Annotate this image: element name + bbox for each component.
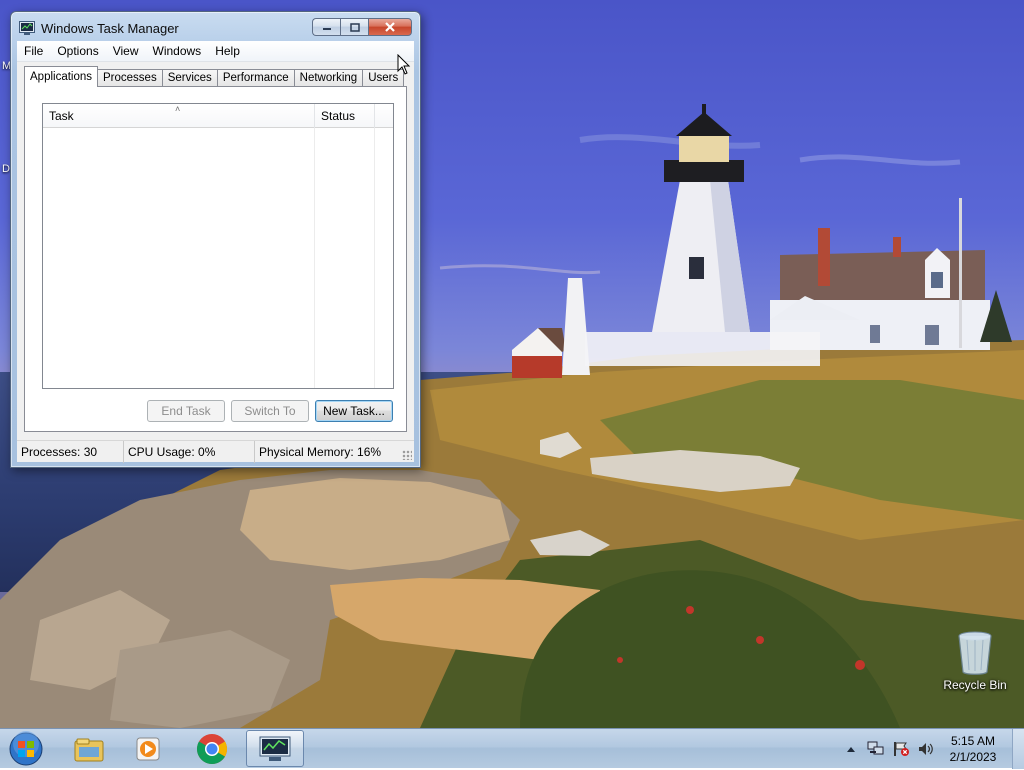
menu-options[interactable]: Options	[50, 42, 105, 60]
task-manager-window[interactable]: Windows Task Manager File Options View W…	[10, 11, 421, 468]
volume-tray-button[interactable]	[917, 741, 935, 757]
column-header-status[interactable]: Status	[315, 104, 375, 128]
clock-date: 2/1/2023	[949, 750, 997, 764]
show-hidden-icons-icon	[847, 747, 855, 752]
maximize-button[interactable]	[340, 18, 368, 36]
menu-view[interactable]: View	[106, 42, 146, 60]
windows-start-orb-icon	[9, 731, 43, 766]
column-header-task-label: Task	[49, 109, 74, 123]
action-center-tray-button[interactable]	[892, 741, 910, 757]
taskbar: 5:15 AM 2/1/2023	[0, 728, 1024, 769]
status-processes: Processes: 30	[17, 440, 124, 463]
column-header-task[interactable]: ˄ Task	[43, 104, 315, 128]
desktop-icon-recycle-bin[interactable]: Recycle Bin	[938, 630, 1012, 692]
applications-tab-panel: ˄ Task Status End Task Switch To New Tas…	[24, 86, 407, 432]
desktop-icon-label: Recycle Bin	[943, 678, 1007, 692]
system-clock[interactable]: 5:15 AM 2/1/2023	[940, 733, 1006, 765]
caption-buttons	[312, 18, 412, 36]
mouse-cursor-icon	[397, 54, 411, 75]
recycle-bin-icon	[958, 631, 992, 675]
show-desktop-button[interactable]	[1012, 729, 1024, 769]
menu-help[interactable]: Help	[208, 42, 247, 60]
tab-strip: Applications Processes Services Performa…	[24, 66, 405, 87]
task-manager-icon	[19, 21, 35, 35]
taskbar-task-manager[interactable]	[246, 730, 304, 767]
notification-area	[842, 729, 942, 769]
tab-processes[interactable]: Processes	[98, 69, 163, 87]
window-client-area: File Options View Windows Help Applicati…	[17, 41, 414, 463]
menu-windows[interactable]: Windows	[146, 42, 209, 60]
column-divider	[314, 128, 315, 388]
menu-file[interactable]: File	[17, 42, 50, 60]
task-list-header: ˄ Task Status	[43, 104, 393, 128]
status-physical-memory: Physical Memory: 16%	[259, 444, 382, 459]
start-button[interactable]	[6, 731, 46, 767]
status-bar: Processes: 30 CPU Usage: 0% Physical Mem…	[17, 440, 414, 463]
tab-applications[interactable]: Applications	[24, 66, 99, 87]
clock-time: 5:15 AM	[950, 734, 996, 748]
new-task-button[interactable]: New Task...	[315, 400, 393, 422]
taskbar-media-player[interactable]	[120, 730, 178, 767]
sort-ascending-icon: ˄	[175, 104, 181, 114]
action-center-icon	[894, 742, 909, 756]
network-icon	[867, 741, 884, 755]
show-hidden-icons-button[interactable]	[842, 741, 860, 757]
close-icon	[385, 22, 395, 32]
windows-explorer-icon	[74, 738, 104, 761]
tab-services[interactable]: Services	[162, 69, 218, 87]
task-manager-icon	[259, 736, 291, 761]
window-title: Windows Task Manager	[41, 20, 179, 36]
maximize-icon	[349, 22, 360, 32]
switch-to-button[interactable]: Switch To	[231, 400, 309, 422]
status-cpu-usage: CPU Usage: 0%	[124, 440, 255, 463]
task-list[interactable]: ˄ Task Status	[42, 103, 394, 389]
tab-performance[interactable]: Performance	[217, 69, 295, 87]
taskbar-chrome[interactable]	[183, 730, 241, 767]
media-player-icon	[136, 737, 160, 760]
network-tray-button[interactable]	[867, 741, 885, 757]
column-divider	[374, 128, 375, 388]
column-header-status-label: Status	[321, 109, 356, 123]
chrome-icon	[196, 733, 228, 764]
minimize-button[interactable]	[312, 18, 340, 36]
tab-networking[interactable]: Networking	[294, 69, 364, 87]
taskbar-windows-explorer[interactable]	[60, 730, 118, 767]
desktop-icon-label-clipped: D	[2, 163, 10, 175]
menu-bar: File Options View Windows Help	[17, 41, 414, 62]
window-titlebar[interactable]: Windows Task Manager	[19, 19, 179, 37]
minimize-icon	[322, 28, 331, 30]
resize-grip[interactable]	[402, 450, 412, 460]
volume-icon	[919, 743, 933, 755]
close-button[interactable]	[368, 18, 412, 36]
end-task-button[interactable]: End Task	[147, 400, 225, 422]
